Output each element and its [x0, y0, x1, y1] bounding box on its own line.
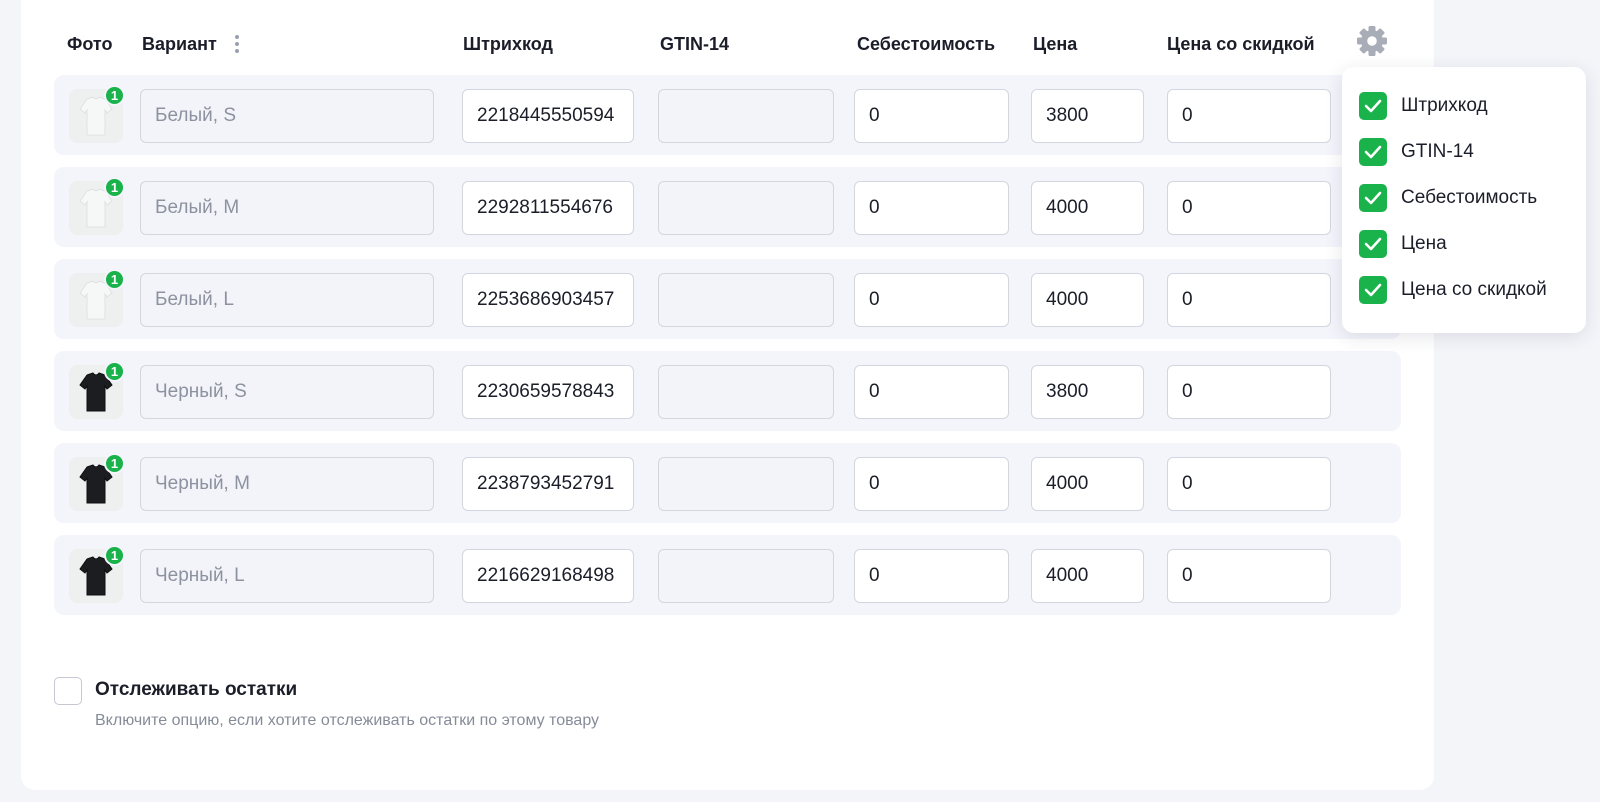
check-icon: [1364, 283, 1382, 297]
photo-count-badge: 1: [104, 361, 125, 382]
discount-price-input[interactable]: 0: [1167, 457, 1331, 511]
variant-name-field: Белый, L: [140, 273, 434, 327]
check-icon: [1364, 145, 1382, 159]
table-row: 1 Черный, M 2238793452791 0 4000 0: [54, 443, 1401, 523]
table-row: 1 Белый, S 2218445550594 0 3800 0: [54, 75, 1401, 155]
track-stock-checkbox[interactable]: [54, 677, 82, 705]
checkbox-checked[interactable]: [1359, 230, 1387, 258]
track-stock-label[interactable]: Отслеживать остатки: [95, 677, 297, 703]
discount-price-input[interactable]: 0: [1167, 89, 1331, 143]
table-row: 1 Черный, L 2216629168498 0 4000 0: [54, 535, 1401, 615]
header-cost: Себестоимость: [857, 34, 996, 54]
column-option-label: Цена: [1401, 233, 1447, 254]
variant-name-field: Черный, S: [140, 365, 434, 419]
price-input[interactable]: 3800: [1031, 365, 1144, 419]
header-photo: Фото: [67, 34, 113, 54]
barcode-input[interactable]: 2238793452791: [462, 457, 634, 511]
table-row: 1 Белый, L 2253686903457 0 4000 0: [54, 259, 1401, 339]
column-option-label: Цена со скидкой: [1401, 279, 1547, 300]
columns-menu: Штрихкод GTIN-14 Себестоимость Цена Цена…: [1342, 67, 1586, 333]
checkbox-checked[interactable]: [1359, 276, 1387, 304]
cost-input[interactable]: 0: [854, 457, 1009, 511]
gtin-input: [658, 181, 834, 235]
checkbox-checked[interactable]: [1359, 92, 1387, 120]
price-input[interactable]: 4000: [1031, 273, 1144, 327]
photo-count-badge: 1: [104, 453, 125, 474]
barcode-input[interactable]: 2216629168498: [462, 549, 634, 603]
cost-input[interactable]: 0: [854, 89, 1009, 143]
barcode-input[interactable]: 2230659578843: [462, 365, 634, 419]
discount-price-input[interactable]: 0: [1167, 273, 1331, 327]
checkbox-checked[interactable]: [1359, 138, 1387, 166]
gear-icon[interactable]: [1355, 24, 1389, 58]
check-icon: [1364, 191, 1382, 205]
price-input[interactable]: 4000: [1031, 457, 1144, 511]
gtin-input: [658, 549, 834, 603]
column-option-price[interactable]: Цена: [1359, 230, 1447, 258]
photo-count-badge: 1: [104, 85, 125, 106]
barcode-input[interactable]: 2292811554676: [462, 181, 634, 235]
column-option-cost[interactable]: Себестоимость: [1359, 184, 1537, 212]
kebab-icon[interactable]: [234, 33, 240, 55]
table-row: 1 Черный, S 2230659578843 0 3800 0: [54, 351, 1401, 431]
check-icon: [1364, 99, 1382, 113]
variant-name-field: Белый, S: [140, 89, 434, 143]
column-option-gtin[interactable]: GTIN-14: [1359, 138, 1474, 166]
price-input[interactable]: 4000: [1031, 181, 1144, 235]
column-option-label: Себестоимость: [1401, 187, 1538, 208]
column-option-label: GTIN-14: [1401, 141, 1474, 162]
header-price: Цена: [1033, 34, 1078, 54]
barcode-input[interactable]: 2218445550594: [462, 89, 634, 143]
cost-input[interactable]: 0: [854, 365, 1009, 419]
gtin-input: [658, 89, 834, 143]
gtin-input: [658, 273, 834, 327]
photo-count-badge: 1: [104, 269, 125, 290]
price-input[interactable]: 4000: [1031, 549, 1144, 603]
variant-name-field: Белый, M: [140, 181, 434, 235]
photo-count-badge: 1: [104, 545, 125, 566]
header-barcode: Штрихкод: [463, 34, 553, 54]
discount-price-input[interactable]: 0: [1167, 365, 1331, 419]
discount-price-input[interactable]: 0: [1167, 181, 1331, 235]
discount-price-input[interactable]: 0: [1167, 549, 1331, 603]
barcode-input[interactable]: 2253686903457: [462, 273, 634, 327]
checkbox-checked[interactable]: [1359, 184, 1387, 212]
header-discount-price: Цена со скидкой: [1167, 34, 1315, 54]
header-variant: Вариант: [142, 34, 217, 54]
track-stock-description: Включите опцию, если хотите отслеживать …: [95, 712, 600, 729]
column-option-barcode[interactable]: Штрихкод: [1359, 92, 1488, 120]
photo-count-badge: 1: [104, 177, 125, 198]
variant-name-field: Черный, M: [140, 457, 434, 511]
cost-input[interactable]: 0: [854, 549, 1009, 603]
cost-input[interactable]: 0: [854, 273, 1009, 327]
price-input[interactable]: 3800: [1031, 89, 1144, 143]
gtin-input: [658, 365, 834, 419]
column-option-discount-price[interactable]: Цена со скидкой: [1359, 276, 1547, 304]
cost-input[interactable]: 0: [854, 181, 1009, 235]
header-gtin: GTIN-14: [660, 34, 730, 54]
table-row: 1 Белый, M 2292811554676 0 4000 0: [54, 167, 1401, 247]
variant-name-field: Черный, L: [140, 549, 434, 603]
column-option-label: Штрихкод: [1401, 95, 1488, 116]
gtin-input: [658, 457, 834, 511]
check-icon: [1364, 237, 1382, 251]
